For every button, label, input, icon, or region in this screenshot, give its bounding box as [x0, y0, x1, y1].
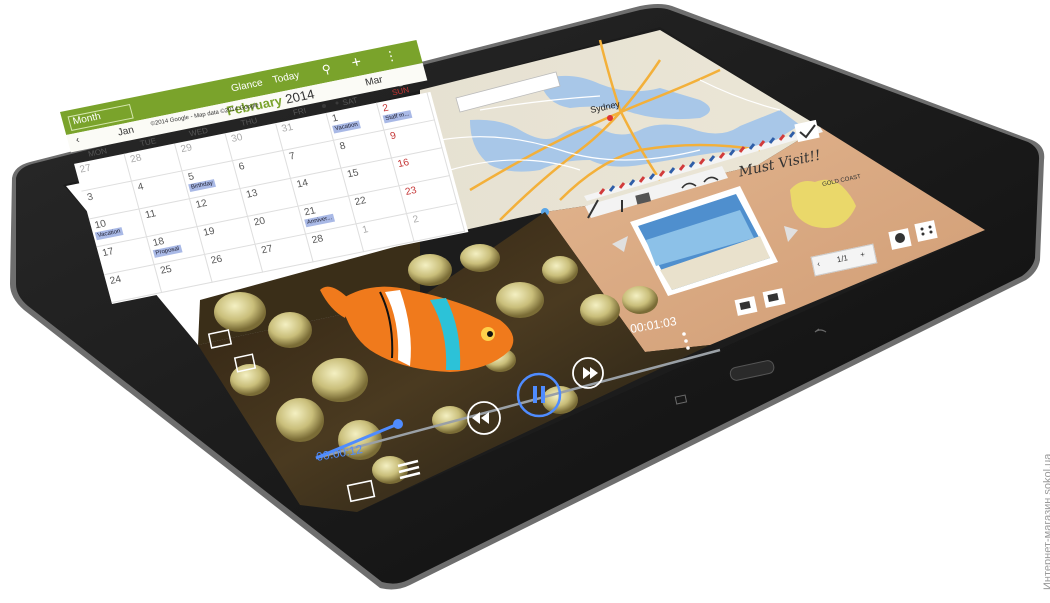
product-photo: SAMSUNG Month Glance Today ⚲ + ⋮ ‹ Jan F… [0, 0, 1050, 598]
video-seek-thumb[interactable] [393, 419, 403, 429]
day-number: 29 [179, 142, 194, 156]
day-number: 4 [136, 181, 145, 194]
day-number: 24 [108, 274, 123, 287]
day-number: 3 [86, 191, 95, 204]
day-number: 22 [353, 195, 368, 209]
watermark-text: Интернет-магазин sokol.ua [1042, 453, 1050, 590]
day-number: 2 [411, 214, 420, 226]
day-number: 15 [346, 167, 360, 181]
add-event-icon[interactable]: + [350, 54, 364, 73]
day-number: 9 [389, 130, 398, 143]
day-number: 20 [252, 215, 267, 229]
chevron-left-icon[interactable]: ‹ [816, 259, 820, 268]
next-month-label[interactable]: Mar [364, 74, 384, 88]
add-page-icon[interactable]: + [859, 250, 865, 260]
map-pin-icon [607, 115, 613, 121]
day-number: 16 [396, 157, 411, 170]
overflow-menu-icon[interactable]: ⋮ [383, 47, 400, 65]
day-number: 27 [78, 162, 93, 176]
day-number: 30 [229, 132, 244, 145]
page-indicator: 1/1 [835, 253, 849, 265]
tab-today[interactable]: Today [271, 70, 300, 86]
day-number: 28 [129, 152, 143, 166]
day-number: 2 [381, 102, 390, 115]
day-number: 12 [194, 198, 209, 211]
day-number: 11 [144, 208, 158, 221]
day-number: 8 [338, 140, 347, 153]
day-number: 17 [101, 246, 116, 260]
day-number: 5 [187, 171, 196, 183]
day-number: 27 [260, 243, 275, 257]
day-number: 28 [310, 233, 325, 247]
chevron-left-icon[interactable]: ‹ [75, 135, 81, 146]
day-number: 1 [361, 224, 370, 236]
search-icon[interactable]: ⚲ [320, 62, 332, 77]
day-number: 31 [280, 121, 295, 135]
prev-month-label[interactable]: Jan [117, 125, 136, 139]
day-number: 7 [288, 150, 297, 163]
watermark: Интернет-магазин sokol.ua [1028, 300, 1050, 590]
day-number: 13 [245, 187, 259, 201]
day-number: 26 [209, 253, 224, 267]
day-number: 23 [404, 185, 418, 198]
tablet-illustration [10, 4, 1045, 590]
day-number: 14 [295, 177, 310, 191]
tab-glance[interactable]: Glance [230, 77, 264, 94]
day-number: 25 [159, 263, 174, 277]
day-number: 1 [330, 112, 340, 125]
day-number: 19 [202, 225, 216, 239]
day-number: 6 [237, 161, 246, 173]
